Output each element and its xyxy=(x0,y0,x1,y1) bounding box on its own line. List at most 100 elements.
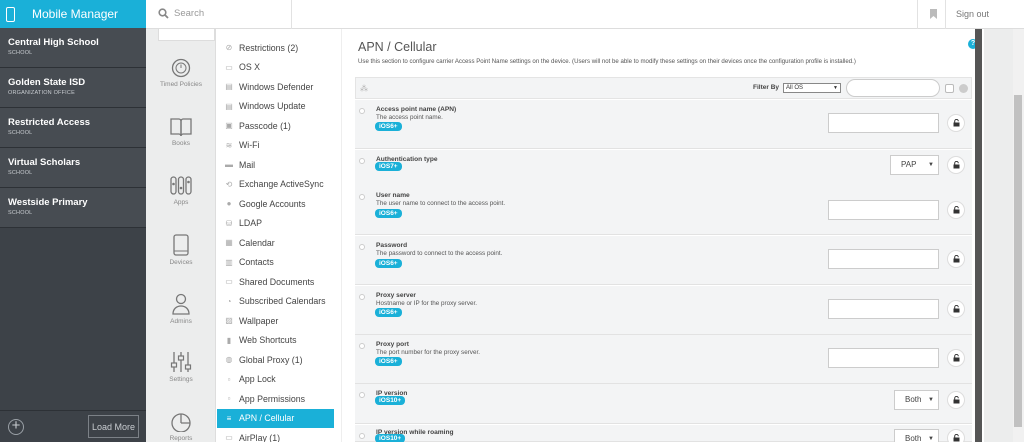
nav-apps[interactable]: Apps xyxy=(146,175,216,206)
org-name: Restricted Access xyxy=(8,117,91,128)
setting-row-proxy-port: Proxy port The port number for the proxy… xyxy=(355,335,972,384)
proxy-port-input[interactable] xyxy=(828,348,939,368)
apn-input[interactable] xyxy=(828,113,939,133)
policy-item-exchange[interactable]: ⟲ Exchange ActiveSync xyxy=(217,175,341,195)
auth-type-select[interactable]: PAP ▼ xyxy=(890,155,939,175)
policy-label: Global Proxy (1) xyxy=(239,354,303,365)
add-org-icon[interactable]: + xyxy=(8,418,24,435)
policy-item-wallpaper[interactable]: ▨ Wallpaper xyxy=(217,311,341,331)
os-badge: iOS6+ xyxy=(375,308,402,317)
proxy-server-input[interactable] xyxy=(828,299,939,319)
policy-label: Subscribed Calendars xyxy=(239,296,326,307)
nav-label: Admins xyxy=(170,318,192,325)
nav-admins[interactable]: Admins xyxy=(146,293,216,325)
policy-item-google[interactable]: ● Google Accounts xyxy=(217,194,341,214)
password-input[interactable] xyxy=(828,249,939,269)
os-filter-value: All OS xyxy=(786,85,804,91)
nav-label: Timed Policies xyxy=(159,81,203,88)
search-input[interactable]: Search xyxy=(174,8,204,19)
policy-item-osx[interactable]: ▭ OS X xyxy=(217,58,341,78)
pie-chart-icon xyxy=(171,413,191,432)
ip-version-select[interactable]: Both ▼ xyxy=(894,390,939,410)
lock-toggle[interactable] xyxy=(947,250,965,268)
nav-icon-column: Timed Policies Books Apps Devices Admins… xyxy=(146,29,216,442)
settings-search-input[interactable] xyxy=(846,79,940,97)
setting-row-proxy-server: Proxy server Hostname or IP for the prox… xyxy=(355,286,972,335)
setting-row-ip-version: IP version iOS10+ Both ▼ xyxy=(355,384,972,424)
nav-books[interactable]: Books xyxy=(146,117,216,147)
lock-toggle[interactable] xyxy=(947,300,965,318)
policy-item-mail[interactable]: ▬ Mail xyxy=(217,155,341,175)
lock-toggle[interactable] xyxy=(947,114,965,132)
setting-radio[interactable] xyxy=(359,433,365,439)
policy-item-app-permissions[interactable]: ▫ App Permissions xyxy=(217,389,341,409)
policy-label: Calendar xyxy=(239,237,275,248)
policy-item-restrictions[interactable]: ⊘ Restrictions (2) xyxy=(217,38,341,58)
ip-version-roaming-select[interactable]: Both ▼ xyxy=(894,429,939,442)
nav-settings[interactable]: Settings xyxy=(146,351,216,383)
expand-icon[interactable] xyxy=(945,84,954,93)
panel-scrollbar[interactable] xyxy=(975,29,982,442)
hierarchy-icon[interactable]: ⁂ xyxy=(360,84,368,93)
policy-item-windows-defender[interactable]: ▤ Windows Defender xyxy=(217,77,341,97)
divider xyxy=(917,0,918,29)
top-bar: Search Sign out xyxy=(146,0,1024,29)
org-sidebar: Mobile Manager Central High School SCHOO… xyxy=(0,0,146,442)
policy-item-airplay[interactable]: ▭ AirPlay (1) xyxy=(217,428,341,442)
policy-item-apn-cellular[interactable]: ≡ APN / Cellular xyxy=(217,408,334,428)
page-scrollbar-thumb[interactable] xyxy=(1014,95,1022,427)
policy-item-web-shortcuts[interactable]: ▮ Web Shortcuts xyxy=(217,331,341,351)
lock-toggle[interactable] xyxy=(947,391,965,409)
lock-toggle[interactable] xyxy=(947,156,965,174)
policy-item-ldap[interactable]: ⛁ LDAP xyxy=(217,214,341,234)
search-box[interactable]: Search xyxy=(158,8,204,19)
os-badge: iOS10+ xyxy=(375,434,406,442)
policy-item-contacts[interactable]: ▥ Contacts xyxy=(217,253,341,273)
lock-toggle[interactable] xyxy=(947,349,965,367)
setting-label: Proxy port xyxy=(376,341,409,348)
setting-radio[interactable] xyxy=(359,392,365,398)
image-icon: ▨ xyxy=(225,316,233,326)
lock-toggle[interactable] xyxy=(947,429,965,442)
nav-timed-policies[interactable]: Timed Policies xyxy=(146,58,216,88)
org-item[interactable]: Westside Primary SCHOOL xyxy=(0,188,146,228)
org-item[interactable]: Restricted Access SCHOOL xyxy=(0,108,146,148)
setting-radio[interactable] xyxy=(359,158,365,164)
org-item[interactable]: Central High School SCHOOL xyxy=(0,28,146,68)
org-name: Virtual Scholars xyxy=(8,157,81,168)
policy-item-passcode[interactable]: ▣ Passcode (1) xyxy=(217,116,341,136)
setting-radio[interactable] xyxy=(359,244,365,250)
setting-radio[interactable] xyxy=(359,294,365,300)
policy-item-wifi[interactable]: ≋ Wi-Fi xyxy=(217,136,341,156)
org-item[interactable]: Virtual Scholars SCHOOL xyxy=(0,148,146,188)
bookmark-icon[interactable] xyxy=(930,9,937,19)
cellular-icon: ≡ xyxy=(226,413,232,423)
policy-item-global-proxy[interactable]: ◍ Global Proxy (1) xyxy=(217,350,341,370)
lock-icon xyxy=(953,305,959,313)
policy-item-windows-update[interactable]: ▤ Windows Update xyxy=(217,97,341,117)
app-header[interactable]: Mobile Manager xyxy=(0,0,146,28)
policy-item-calendar[interactable]: ▦ Calendar xyxy=(217,233,341,253)
nav-reports[interactable]: Reports xyxy=(146,412,216,442)
org-type: ORGANIZATION OFFICE xyxy=(8,90,75,96)
setting-radio[interactable] xyxy=(359,343,365,349)
load-more-button[interactable]: Load More xyxy=(88,415,139,438)
sign-out-link[interactable]: Sign out xyxy=(956,9,989,19)
policy-item-subscribed-calendars[interactable]: ◔ Subscribed Calendars xyxy=(217,292,341,312)
nav-devices[interactable]: Devices xyxy=(146,234,216,266)
gear-icon[interactable] xyxy=(959,84,968,93)
app-root: Mobile Manager Central High School SCHOO… xyxy=(0,0,1024,442)
policy-item-app-lock[interactable]: ▫ App Lock xyxy=(217,370,341,390)
org-item[interactable]: Golden State ISD ORGANIZATION OFFICE xyxy=(0,68,146,108)
setting-radio[interactable] xyxy=(359,108,365,114)
policy-list: ⊘ Restrictions (2) ▭ OS X ▤ Windows Defende… xyxy=(217,29,341,442)
ldap-icon: ⛁ xyxy=(225,218,233,228)
os-badge: iOS6+ xyxy=(375,122,402,131)
user-name-input[interactable] xyxy=(828,200,939,220)
nav-label: Apps xyxy=(173,199,189,206)
policy-item-shared-documents[interactable]: ▭ Shared Documents xyxy=(217,272,341,292)
os-filter-select[interactable]: All OS ▼ xyxy=(783,83,841,93)
shield-icon: ▤ xyxy=(225,82,233,92)
setting-radio[interactable] xyxy=(359,194,365,200)
lock-toggle[interactable] xyxy=(947,201,965,219)
